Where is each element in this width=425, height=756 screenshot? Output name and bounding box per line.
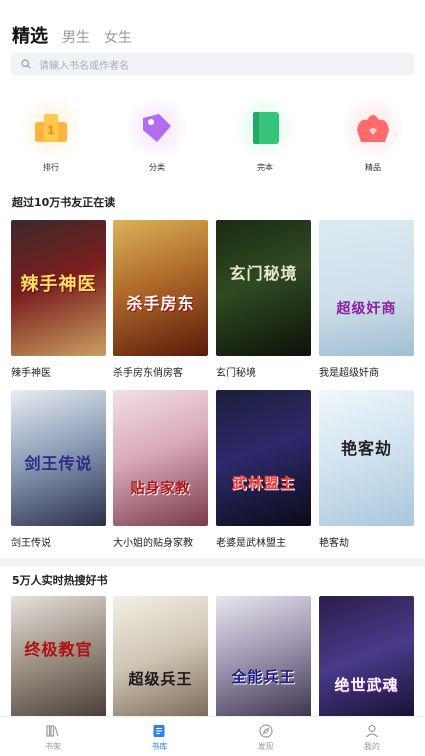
cover-title: 贴身家教 (130, 481, 191, 497)
category-label: 完本 (257, 163, 273, 172)
cover-title: 全能兵王 (231, 668, 296, 686)
book-title: 杀手房东俏房客 (113, 368, 183, 379)
category-label: 排行 (43, 163, 59, 172)
category-complete[interactable]: 完本 (220, 96, 310, 173)
book-card[interactable]: 超级兵王 (113, 596, 208, 732)
book-cover: 贴身家教 (113, 390, 208, 526)
category-label: 精品 (365, 163, 381, 172)
section-title: 5万人实时热搜好书 (12, 574, 108, 587)
book-card[interactable]: 剑王传说 剑王传说 (11, 390, 106, 549)
nav-library[interactable]: 书库 (106, 717, 212, 756)
book-title: 剑王传说 (11, 538, 51, 549)
cover-title: 终极教官 (24, 640, 93, 659)
book-icon (233, 96, 297, 160)
book-card[interactable]: 玄门秘境 玄门秘境 (216, 220, 311, 379)
tab-male[interactable]: 男生 (62, 27, 90, 47)
category-label: 分类 (149, 163, 165, 172)
cover-title: 绝世武魂 (334, 676, 399, 694)
category-premium[interactable]: 精品 (328, 96, 418, 173)
page: 精选 男生 女生 请输入书名或作者名 1 排行 分类 完本 精品 超过10万书友… (0, 0, 425, 756)
section-divider (0, 558, 425, 566)
book-cover: 杀手房东 (113, 220, 208, 356)
book-cover: 玄门秘境 (216, 220, 311, 356)
bookshelf-icon (46, 725, 59, 737)
bottom-nav: 书架 书库 发现 我的 (0, 716, 425, 756)
book-cover: 全能兵王 (216, 596, 311, 732)
book-card[interactable]: 终极教官 (11, 596, 106, 732)
cover-title: 剑王传说 (24, 454, 93, 473)
cover-title: 武林盟主 (231, 474, 296, 492)
tag-icon (125, 96, 189, 160)
book-card[interactable]: 贴身家教 大小姐的贴身家教 (113, 390, 208, 549)
search-placeholder: 请输入书名或作者名 (39, 60, 129, 72)
tab-featured[interactable]: 精选 (12, 22, 48, 48)
book-cover: 超级兵王 (113, 596, 208, 732)
nav-label: 书库 (151, 742, 168, 751)
search-icon (21, 59, 31, 69)
cover-title: 艳客劫 (340, 439, 392, 458)
nav-bookshelf[interactable]: 书架 (0, 717, 106, 756)
nav-label: 发现 (257, 742, 274, 751)
lotus-icon (341, 96, 405, 160)
book-title: 玄门秘境 (216, 368, 256, 379)
book-cover: 艳客劫 (319, 390, 414, 526)
book-cover: 绝世武魂 (319, 596, 414, 732)
book-cover: 剑王传说 (11, 390, 106, 526)
book-cover: 终极教官 (11, 596, 106, 732)
book-card[interactable]: 超级奸商 我是超级奸商 (319, 220, 414, 379)
category-classify[interactable]: 分类 (112, 96, 202, 173)
cover-title: 辣手神医 (20, 274, 97, 295)
library-icon (153, 725, 165, 737)
book-card[interactable]: 艳客劫 艳客劫 (319, 390, 414, 549)
nav-label: 书架 (45, 742, 62, 751)
book-card[interactable]: 杀手房东 杀手房东俏房客 (113, 220, 208, 379)
book-title: 我是超级奸商 (319, 368, 379, 379)
category-grid: 1 排行 分类 完本 精品 (0, 96, 425, 176)
nav-discover[interactable]: 发现 (213, 717, 319, 756)
user-icon (365, 724, 378, 738)
book-title: 大小姐的贴身家教 (113, 538, 193, 549)
section-title: 超过10万书友正在读 (12, 196, 116, 209)
tab-female[interactable]: 女生 (104, 27, 132, 47)
compass-icon (259, 724, 273, 738)
book-title: 辣手神医 (11, 368, 51, 379)
book-card[interactable]: 辣手神医 辣手神医 (11, 220, 106, 379)
nav-mine[interactable]: 我的 (319, 717, 425, 756)
cover-title: 玄门秘境 (229, 264, 298, 283)
cover-title: 超级奸商 (336, 301, 397, 317)
book-cover: 辣手神医 (11, 220, 106, 356)
book-card[interactable]: 武林盟主 老婆是武林盟主 (216, 390, 311, 549)
search-input[interactable]: 请输入书名或作者名 (11, 53, 414, 75)
book-card[interactable]: 绝世武魂 (319, 596, 414, 732)
book-title: 老婆是武林盟主 (216, 538, 286, 549)
cover-title: 超级兵王 (128, 670, 193, 688)
book-cover: 武林盟主 (216, 390, 311, 526)
trophy-icon: 1 (19, 96, 83, 160)
channel-tabs: 精选 男生 女生 (12, 22, 146, 48)
svg-text:1: 1 (48, 123, 55, 137)
book-title: 艳客劫 (319, 538, 349, 549)
book-card[interactable]: 全能兵王 (216, 596, 311, 732)
cover-title: 杀手房东 (126, 294, 195, 313)
category-ranking[interactable]: 1 排行 (6, 96, 96, 173)
nav-label: 我的 (363, 742, 380, 751)
book-cover: 超级奸商 (319, 220, 414, 356)
